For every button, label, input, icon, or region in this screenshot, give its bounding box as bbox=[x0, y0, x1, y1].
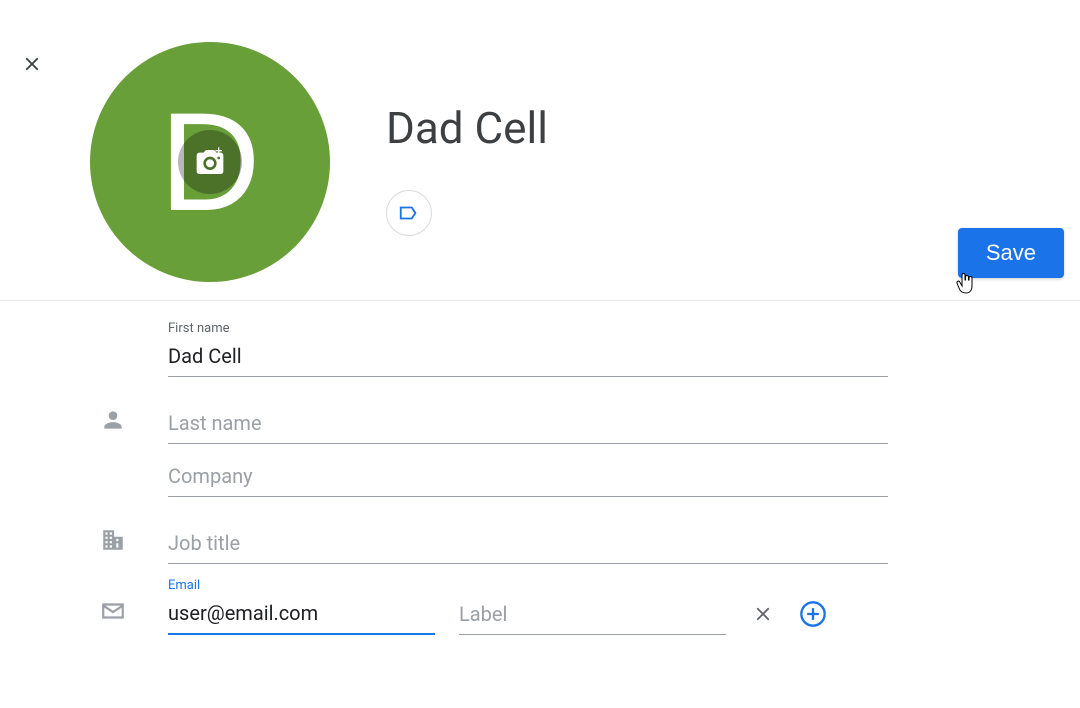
contact-title: Dad Cell bbox=[386, 102, 548, 154]
first-name-label: First name bbox=[168, 321, 888, 336]
company-input[interactable] bbox=[168, 458, 888, 497]
email-row-actions bbox=[750, 599, 888, 635]
email-input[interactable] bbox=[168, 595, 435, 635]
person-icon bbox=[100, 407, 126, 433]
camera-icon bbox=[194, 146, 226, 178]
save-button[interactable]: Save bbox=[958, 228, 1064, 278]
job-title-input[interactable] bbox=[168, 525, 888, 564]
contact-form: First name Email bbox=[0, 301, 1080, 635]
last-name-input[interactable] bbox=[168, 405, 888, 444]
person-icon-wrap bbox=[92, 400, 168, 440]
company-row bbox=[92, 458, 1080, 564]
email-icon-wrap bbox=[92, 591, 168, 631]
clear-email-button[interactable] bbox=[750, 601, 776, 627]
title-area: Dad Cell bbox=[386, 42, 548, 236]
avatar-container: D bbox=[90, 42, 330, 282]
email-label: Email bbox=[168, 578, 435, 593]
building-icon-wrap bbox=[92, 520, 168, 560]
company-field bbox=[168, 458, 888, 497]
label-icon bbox=[398, 202, 420, 224]
email-row: Email bbox=[92, 578, 1080, 635]
email-field: Email bbox=[168, 578, 435, 635]
change-photo-button[interactable] bbox=[178, 130, 242, 194]
contact-header: D Dad Cell Save bbox=[0, 0, 1080, 282]
building-icon bbox=[100, 527, 126, 553]
add-circle-icon bbox=[799, 600, 827, 628]
email-label-field bbox=[459, 596, 726, 635]
first-name-field: First name bbox=[168, 321, 888, 377]
email-label-input[interactable] bbox=[459, 596, 726, 635]
email-icon bbox=[100, 598, 126, 624]
name-row: First name bbox=[92, 321, 1080, 444]
job-title-field bbox=[168, 525, 888, 564]
clear-icon bbox=[752, 603, 774, 625]
add-label-button[interactable] bbox=[386, 190, 432, 236]
last-name-field bbox=[168, 405, 888, 444]
add-email-button[interactable] bbox=[798, 599, 828, 629]
first-name-input[interactable] bbox=[168, 338, 888, 377]
